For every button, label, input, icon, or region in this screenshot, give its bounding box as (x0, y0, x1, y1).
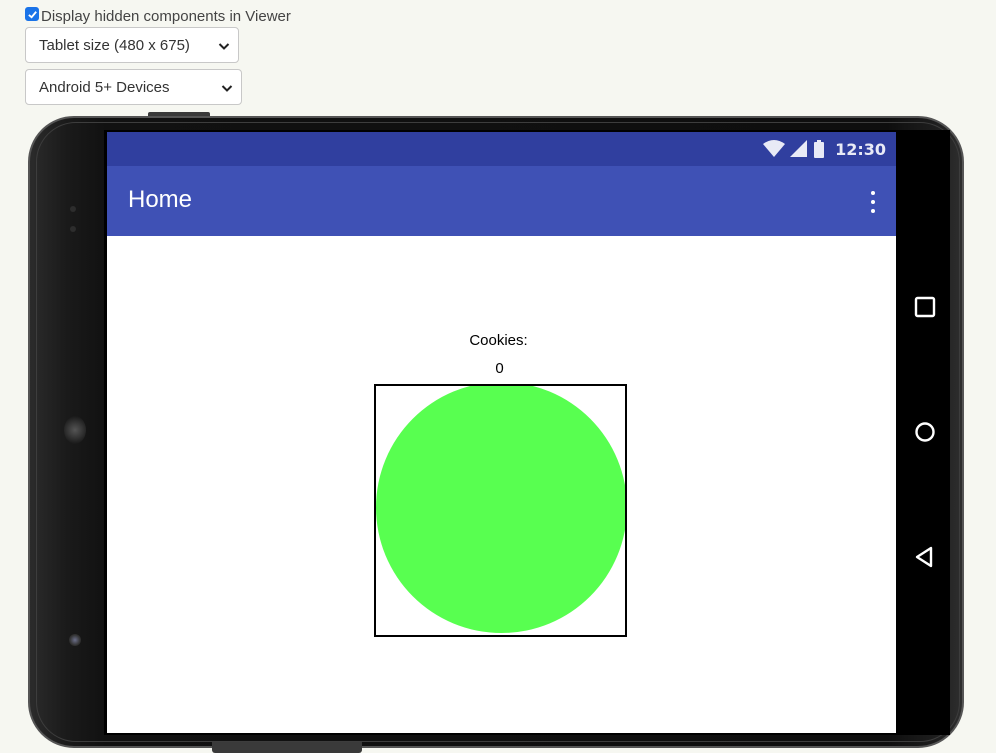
battery-icon (814, 140, 825, 158)
hidden-components-label: Display hidden components in Viewer (41, 7, 291, 25)
status-time: 12:30 (835, 139, 886, 159)
chevron-down-icon (218, 43, 230, 50)
device-screen: 12:30 Home Cookies: 0 (104, 130, 950, 735)
hidden-components-toggle[interactable]: Display hidden components in Viewer (25, 6, 291, 26)
more-vert-icon[interactable] (866, 191, 880, 213)
cookie-ball[interactable] (376, 386, 625, 633)
hidden-components-checkbox[interactable] (25, 7, 39, 21)
back-button[interactable] (912, 544, 938, 570)
square-icon (914, 296, 936, 318)
triangle-back-icon (915, 546, 933, 568)
front-camera (69, 634, 81, 646)
circle-icon (915, 422, 935, 442)
cookie-canvas[interactable] (374, 384, 627, 637)
device-theme-select[interactable]: Android 5+ Devices (25, 69, 242, 105)
cookies-label: Cookies: (469, 332, 528, 349)
sensor-dot (70, 206, 76, 212)
status-bar: 12:30 (107, 132, 896, 166)
recent-apps-button[interactable] (912, 294, 938, 320)
device-theme-value: Android 5+ Devices (39, 78, 170, 96)
wifi-icon (763, 140, 786, 157)
app-bar: Home (107, 166, 896, 236)
screen-size-select[interactable]: Tablet size (480 x 675) (25, 27, 239, 63)
signal-icon (790, 140, 808, 157)
cookies-count: 0 (495, 360, 504, 377)
speaker-grille (64, 416, 86, 444)
checkmark-icon (27, 10, 37, 19)
sensor-dot (70, 226, 76, 232)
screen-size-value: Tablet size (480 x 675) (39, 36, 190, 54)
screen-title: Home (128, 186, 193, 213)
navigation-bar (896, 130, 950, 735)
device-bottom-button (212, 742, 362, 753)
screen-content: Cookies: 0 (107, 236, 896, 733)
chevron-down-icon (221, 85, 233, 92)
home-button[interactable] (912, 419, 938, 445)
